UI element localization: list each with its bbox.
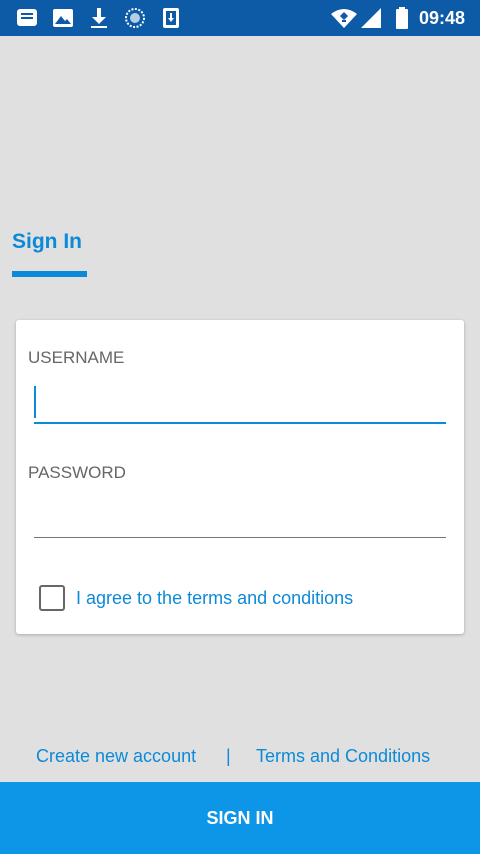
terms-checkbox[interactable] — [39, 585, 65, 611]
text-caret — [34, 386, 36, 418]
footer-links: Create new account | Terms and Condition… — [0, 746, 480, 770]
sim-download-icon — [163, 8, 179, 28]
sign-in-card: USERNAME PASSWORD I agree to the terms a… — [16, 320, 464, 634]
wifi-icon — [331, 9, 357, 28]
page-title: Sign In — [12, 230, 82, 253]
status-bar: 09:48 — [0, 0, 480, 36]
signal-icon — [361, 8, 381, 28]
create-account-link[interactable]: Create new account — [36, 746, 196, 767]
terms-checkbox-label[interactable]: I agree to the terms and conditions — [76, 588, 353, 609]
sync-icon — [125, 8, 145, 28]
message-icon — [17, 9, 37, 26]
password-label: PASSWORD — [28, 463, 126, 482]
password-input[interactable] — [34, 500, 446, 536]
status-time: 09:48 — [419, 8, 466, 28]
username-underline — [34, 422, 446, 424]
password-underline — [34, 537, 446, 538]
link-separator: | — [226, 746, 231, 766]
username-label: USERNAME — [28, 348, 125, 367]
battery-icon — [396, 7, 408, 29]
sign-in-button[interactable]: SIGN IN — [0, 782, 480, 854]
download-icon — [91, 8, 107, 28]
title-underline — [12, 271, 87, 277]
username-input[interactable] — [34, 384, 446, 420]
terms-link[interactable]: Terms and Conditions — [256, 746, 430, 767]
image-icon — [53, 9, 73, 27]
